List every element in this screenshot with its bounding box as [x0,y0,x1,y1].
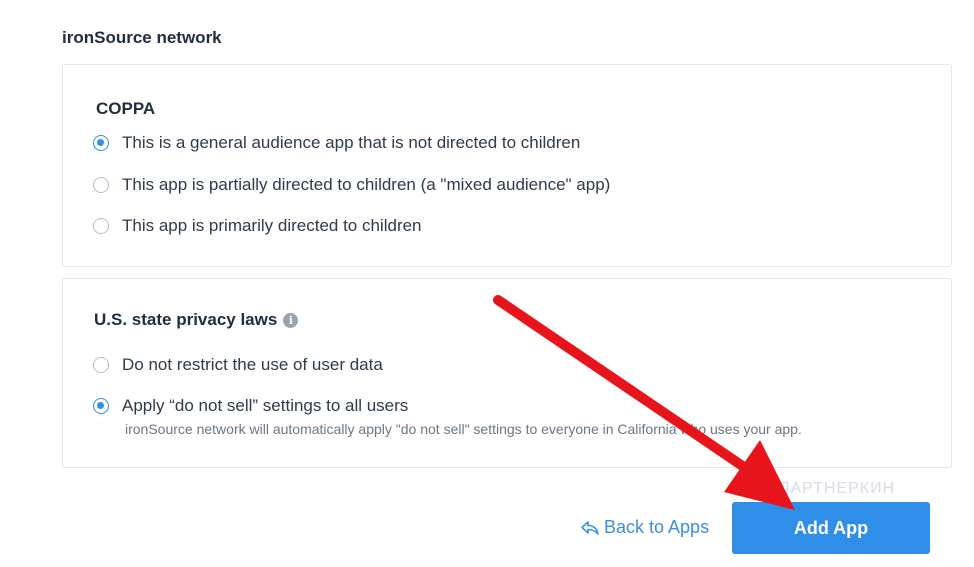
radio-button[interactable] [93,357,109,373]
back-to-apps-label: Back to Apps [604,517,710,537]
coppa-heading: COPPA [96,99,156,118]
watermark: ПАРТНЕРКИН [778,480,896,497]
privacy-option-do-not-sell[interactable]: Apply “do not sell” settings to all user… [93,396,408,416]
coppa-option-mixed-audience[interactable]: This app is partially directed to childr… [93,175,610,195]
privacy-heading-text: U.S. state privacy laws [94,310,278,329]
do-not-sell-hint: ironSource network will automatically ap… [125,421,802,437]
radio-label: Apply “do not sell” settings to all user… [122,396,409,415]
privacy-option-do-not-restrict[interactable]: Do not restrict the use of user data [93,355,383,375]
radio-label: This app is partially directed to childr… [122,175,611,194]
radio-label: This is a general audience app that is n… [122,133,581,152]
radio-label: This app is primarily directed to childr… [122,216,422,235]
privacy-heading: U.S. state privacy laws i [94,310,299,330]
privacy-card: U.S. state privacy laws i Do not restric… [62,278,952,468]
radio-button-checked[interactable] [93,135,109,151]
coppa-option-directed-to-children[interactable]: This app is primarily directed to childr… [93,216,422,236]
back-to-apps-link[interactable]: Back to Apps [580,517,709,538]
add-app-button[interactable]: Add App [732,502,930,554]
network-title: ironSource network [62,28,222,47]
radio-button[interactable] [93,218,109,234]
coppa-card: COPPA This is a general audience app tha… [62,64,952,267]
radio-label: Do not restrict the use of user data [122,355,383,374]
radio-button-checked[interactable] [93,398,109,414]
back-arrow-icon [580,519,600,537]
info-icon[interactable]: i [283,312,299,328]
radio-button[interactable] [93,177,109,193]
coppa-option-general-audience[interactable]: This is a general audience app that is n… [93,133,580,153]
